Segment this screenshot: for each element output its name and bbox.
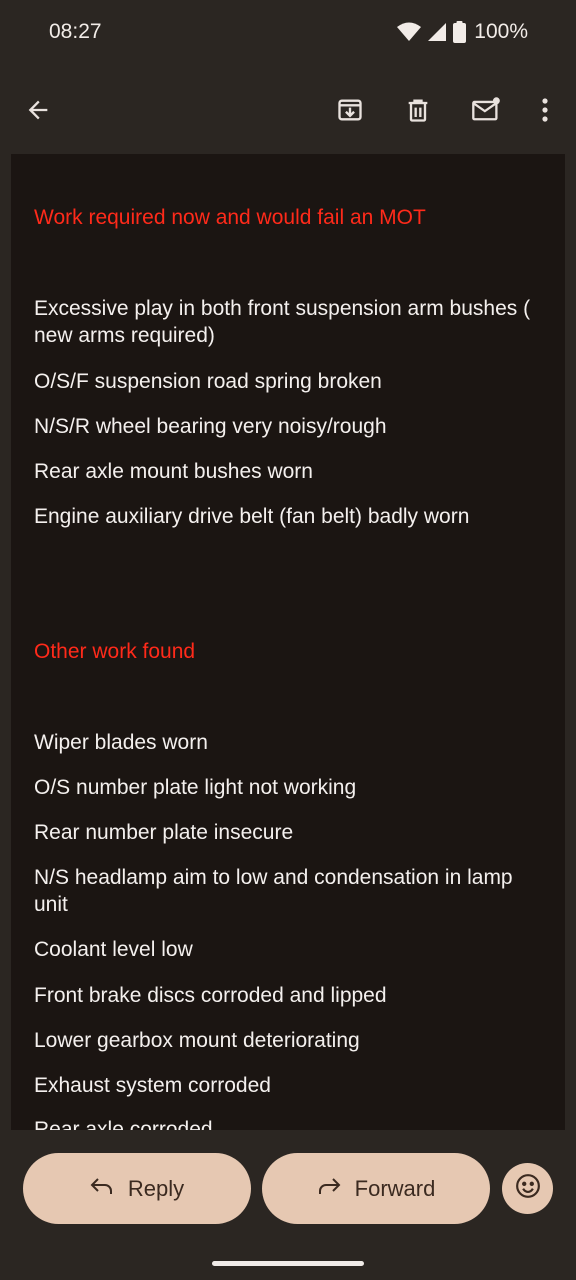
reply-button[interactable]: Reply bbox=[23, 1153, 251, 1224]
bottom-action-bar: Reply Forward bbox=[0, 1130, 576, 1280]
status-bar: 08:27 100% bbox=[0, 0, 576, 66]
email-body: Work required now and would fail an MOT … bbox=[11, 154, 565, 1130]
list-item: Front brake discs corroded and lipped bbox=[34, 984, 387, 1007]
status-time: 08:27 bbox=[49, 20, 102, 43]
arrow-back-icon[interactable] bbox=[20, 92, 56, 128]
battery-icon bbox=[453, 21, 467, 43]
mark-unread-icon[interactable] bbox=[468, 92, 504, 128]
forward-label: Forward bbox=[354, 1175, 436, 1201]
archive-icon[interactable] bbox=[332, 92, 368, 128]
list-item: Rear axle mount bushes worn bbox=[34, 460, 313, 483]
section-heading-mot: Work required now and would fail an MOT bbox=[34, 206, 426, 229]
list-item: Excessive play in both front suspension … bbox=[34, 297, 531, 347]
list-item: Coolant level low bbox=[34, 938, 193, 961]
list-item: Engine auxiliary drive belt (fan belt) b… bbox=[34, 505, 470, 528]
list-item: N/S/R wheel bearing very noisy/rough bbox=[34, 415, 387, 438]
status-icons: 100% bbox=[397, 20, 528, 44]
signal-icon bbox=[427, 22, 447, 42]
trash-icon[interactable] bbox=[400, 92, 436, 128]
list-item: Rear axle corroded bbox=[34, 1118, 213, 1130]
reply-label: Reply bbox=[127, 1175, 185, 1201]
list-item: O/S/F suspension road spring broken bbox=[34, 370, 382, 393]
list-item: Rear number plate insecure bbox=[34, 821, 294, 844]
email-toolbar bbox=[0, 66, 576, 154]
forward-button[interactable]: Forward bbox=[262, 1153, 490, 1224]
wifi-icon bbox=[397, 22, 422, 42]
home-indicator[interactable] bbox=[212, 1261, 364, 1266]
section-heading-other: Other work found bbox=[34, 640, 196, 663]
reply-icon bbox=[90, 1176, 114, 1202]
list-item: Lower gearbox mount deteriorating bbox=[34, 1029, 360, 1052]
forward-icon bbox=[317, 1176, 341, 1202]
list-item: Exhaust system corroded bbox=[34, 1074, 271, 1097]
list-item: N/S headlamp aim to low and condensation… bbox=[34, 866, 513, 916]
emoji-button[interactable] bbox=[502, 1163, 553, 1214]
battery-percent: 100% bbox=[474, 20, 528, 43]
list-item: Wiper blades worn bbox=[34, 731, 208, 754]
list-item: O/S number plate light not working bbox=[34, 776, 357, 799]
more-vert-icon[interactable] bbox=[527, 92, 563, 128]
emoji-icon bbox=[515, 1173, 541, 1204]
